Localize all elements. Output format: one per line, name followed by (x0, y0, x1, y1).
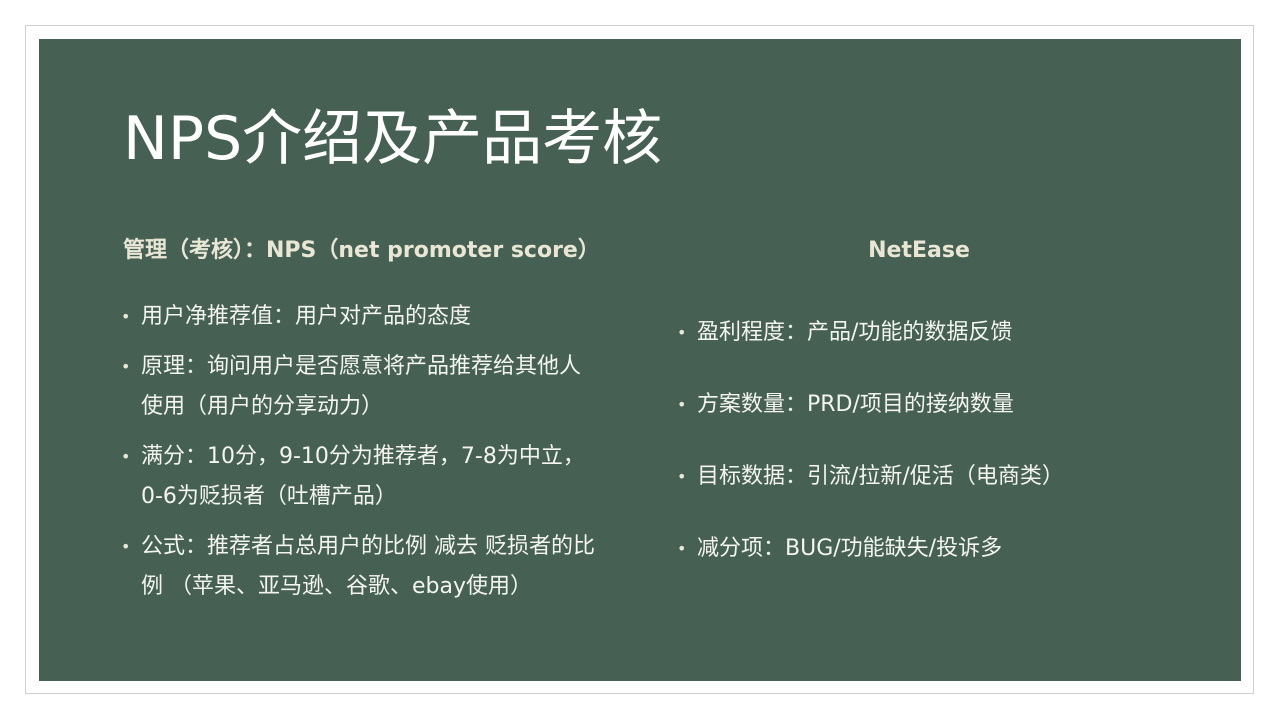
list-item: 公式：推荐者占总用户的比例 减去 贬损者的比例 （苹果、亚马逊、谷歌、ebay使… (121, 527, 601, 607)
list-item: 减分项：BUG/功能缺失/投诉多 (677, 529, 1197, 569)
slide-title: NPS介绍及产品考核 (123, 104, 663, 174)
left-bullet-list: 用户净推荐值：用户对产品的态度 原理：询问用户是否愿意将产品推荐给其他人使用（用… (121, 297, 601, 617)
list-item: 原理：询问用户是否愿意将产品推荐给其他人使用（用户的分享动力） (121, 347, 601, 427)
right-column-heading: NetEase (868, 238, 970, 263)
list-item: 满分：10分，9-10分为推荐者，7-8为中立，0-6为贬损者（吐槽产品） (121, 437, 601, 517)
list-item: 方案数量：PRD/项目的接纳数量 (677, 385, 1197, 425)
slide: NPS介绍及产品考核 管理（考核）：NPS（net promoter score… (39, 39, 1241, 681)
list-item: 盈利程度：产品/功能的数据反馈 (677, 313, 1197, 353)
left-column-heading: 管理（考核）：NPS（net promoter score） (123, 238, 600, 263)
list-item: 用户净推荐值：用户对产品的态度 (121, 297, 601, 337)
list-item: 目标数据：引流/拉新/促活（电商类） (677, 457, 1197, 497)
right-bullet-list: 盈利程度：产品/功能的数据反馈 方案数量：PRD/项目的接纳数量 目标数据：引流… (677, 313, 1197, 601)
